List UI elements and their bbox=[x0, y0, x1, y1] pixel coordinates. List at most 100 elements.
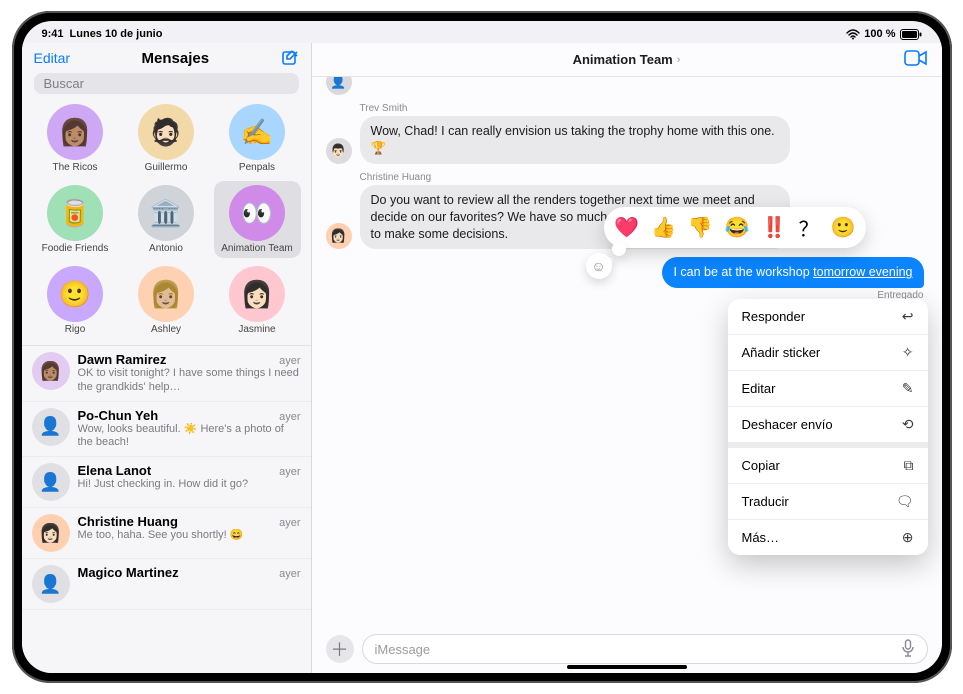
home-indicator[interactable] bbox=[567, 665, 687, 669]
message-bubble[interactable]: Wow, Chad! I can really envision us taki… bbox=[360, 116, 790, 164]
conversation-row[interactable]: 👤 Elena Lanot ayer Hi! Just checking in.… bbox=[22, 457, 311, 508]
avatar: 👤 bbox=[32, 408, 70, 446]
wifi-icon bbox=[846, 29, 860, 40]
avatar: 👤 bbox=[32, 463, 70, 501]
reaction-option[interactable]: ？ bbox=[799, 213, 819, 242]
conversation-row[interactable]: 👤 Magico Martinez ayer bbox=[22, 559, 311, 610]
conversation-row[interactable]: 👩🏽 Dawn Ramirez ayer OK to visit tonight… bbox=[22, 346, 311, 402]
facetime-button[interactable] bbox=[904, 49, 928, 72]
avatar: 👩🏻 bbox=[32, 514, 70, 552]
avatar: 👤 bbox=[326, 77, 352, 95]
avatar: 👀 bbox=[229, 185, 285, 241]
context-menu-item[interactable]: Deshacer envío ⟲ bbox=[728, 406, 928, 442]
pinned-conversation[interactable]: 🧔🏻 Guillermo bbox=[123, 100, 210, 177]
avatar: 👩🏽 bbox=[32, 352, 70, 390]
pinned-conversation-name: Rigo bbox=[65, 324, 86, 335]
chat-header[interactable]: Animation Team › bbox=[312, 43, 942, 77]
compose-button[interactable] bbox=[281, 49, 299, 67]
context-menu-item[interactable]: Traducir 🗨 bbox=[728, 483, 928, 519]
dictate-icon[interactable] bbox=[901, 639, 915, 660]
reaction-option[interactable]: 😂 bbox=[725, 215, 750, 240]
context-menu-icon: 🗨 bbox=[896, 493, 914, 510]
conversation-name: Elena Lanot bbox=[78, 463, 152, 478]
conversation-time: ayer bbox=[279, 466, 300, 478]
context-menu-item[interactable]: Responder↩ bbox=[728, 299, 928, 334]
my-message-text: I can be at the workshop bbox=[673, 265, 813, 279]
status-battery-text: 100 % bbox=[864, 28, 895, 40]
pinned-conversation[interactable]: 🥫 Foodie Friends bbox=[32, 181, 119, 258]
context-menu-icon: ✧ bbox=[902, 344, 914, 361]
attach-button[interactable]: ＋ bbox=[326, 635, 354, 663]
status-time: 9:41 bbox=[42, 28, 64, 40]
pinned-conversation-name: Guillermo bbox=[145, 162, 188, 173]
conversation-row[interactable]: 👩🏻 Christine Huang ayer Me too, haha. Se… bbox=[22, 508, 311, 559]
pinned-conversation-name: Jasmine bbox=[238, 324, 275, 335]
conversation-time: ayer bbox=[279, 411, 300, 423]
pinned-conversations-grid: 👩🏽 The Ricos🧔🏻 Guillermo✍️ Penpals🥫 Food… bbox=[22, 100, 311, 345]
pinned-conversation-name: Animation Team bbox=[221, 243, 293, 254]
chat-panel: Animation Team › 👤 Trev Smith 👨🏻 bbox=[312, 43, 942, 673]
context-menu-item[interactable]: Más… ⊕ bbox=[728, 519, 928, 555]
context-menu-label: Traducir bbox=[742, 494, 789, 509]
context-menu-icon: ⊕ bbox=[902, 529, 914, 546]
context-menu-item[interactable]: Copiar ⧉ bbox=[728, 442, 928, 483]
my-message-link[interactable]: tomorrow evening bbox=[813, 265, 912, 279]
conversation-name: Po-Chun Yeh bbox=[78, 408, 159, 423]
conversation-list: 👩🏽 Dawn Ramirez ayer OK to visit tonight… bbox=[22, 345, 311, 673]
reaction-option[interactable]: 👍 bbox=[651, 215, 676, 240]
sidebar-title: Mensajes bbox=[142, 50, 210, 67]
message-input[interactable]: iMessage bbox=[362, 634, 928, 664]
chevron-right-icon: › bbox=[677, 54, 681, 66]
avatar: 👩🏽 bbox=[47, 104, 103, 160]
context-menu-icon: ✎ bbox=[902, 380, 914, 397]
status-bar: 9:41 Lunes 10 de junio 100 % bbox=[22, 21, 942, 43]
reaction-option[interactable]: ❤️ bbox=[614, 215, 639, 240]
context-menu-item[interactable]: Añadir sticker✧ bbox=[728, 334, 928, 370]
conversation-row[interactable]: 👤 Po-Chun Yeh ayer Wow, looks beautiful.… bbox=[22, 402, 311, 458]
chat-title: Animation Team bbox=[573, 52, 673, 67]
context-menu-label: Copiar bbox=[742, 458, 780, 473]
sidebar: Editar Mensajes Buscar 👩🏽 The Ricos🧔🏻 Gu… bbox=[22, 43, 312, 673]
pinned-conversation[interactable]: 👩🏼 Ashley bbox=[123, 262, 210, 339]
pinned-conversation[interactable]: 🙂 Rigo bbox=[32, 262, 119, 339]
conversation-preview: Me too, haha. See you shortly! 😄 bbox=[78, 529, 301, 543]
reaction-option[interactable]: ‼️ bbox=[762, 215, 787, 240]
conversation-preview: Hi! Just checking in. How did it go? bbox=[78, 478, 301, 492]
pinned-conversation[interactable]: 🏛️ Antonio bbox=[123, 181, 210, 258]
pinned-conversation[interactable]: 👩🏽 The Ricos bbox=[32, 100, 119, 177]
sender-label: Trev Smith bbox=[360, 103, 928, 114]
my-message-bubble[interactable]: I can be at the workshop tomorrow evenin… bbox=[662, 257, 923, 288]
context-menu-icon: ⧉ bbox=[904, 457, 914, 474]
search-input[interactable]: Buscar bbox=[34, 73, 299, 94]
context-menu-item[interactable]: Editar✎ bbox=[728, 370, 928, 406]
avatar: 👩🏻 bbox=[229, 266, 285, 322]
avatar: 🏛️ bbox=[138, 185, 194, 241]
conversation-time: ayer bbox=[279, 517, 300, 529]
avatar: 👨🏻 bbox=[326, 138, 352, 164]
pinned-conversation[interactable]: ✍️ Penpals bbox=[214, 100, 301, 177]
pinned-conversation-name: The Ricos bbox=[52, 162, 97, 173]
context-menu-label: Deshacer envío bbox=[742, 417, 833, 432]
pinned-conversation-name: Foodie Friends bbox=[42, 243, 109, 254]
ipad-device-frame: 9:41 Lunes 10 de junio 100 % Editar Mens… bbox=[12, 11, 952, 683]
context-menu-icon: ⟲ bbox=[902, 416, 914, 433]
add-reaction-button[interactable]: ☺ bbox=[586, 253, 612, 279]
reaction-option[interactable]: 👎 bbox=[688, 215, 713, 240]
message-context-menu: Responder↩Añadir sticker✧Editar✎Deshacer… bbox=[728, 299, 928, 555]
my-message-wrap: I can be at the workshop tomorrow evenin… bbox=[326, 257, 924, 301]
message-row: 👨🏻 Wow, Chad! I can really envision us t… bbox=[326, 116, 928, 164]
conversation-name: Christine Huang bbox=[78, 514, 178, 529]
avatar: 🥫 bbox=[47, 185, 103, 241]
avatar: 👩🏼 bbox=[138, 266, 194, 322]
avatar: 👤 bbox=[32, 565, 70, 603]
pinned-conversation[interactable]: 👩🏻 Jasmine bbox=[214, 262, 301, 339]
context-menu-label: Más… bbox=[742, 530, 780, 545]
edit-button[interactable]: Editar bbox=[34, 50, 71, 66]
reaction-option[interactable]: 🙂 bbox=[831, 215, 856, 240]
battery-icon bbox=[900, 29, 922, 40]
tapback-reactions-popover[interactable]: ❤️ 👍 👎 😂 ‼️ ？ 🙂 bbox=[604, 207, 865, 248]
conversation-name: Magico Martinez bbox=[78, 565, 179, 580]
search-placeholder: Buscar bbox=[44, 76, 84, 91]
pinned-conversation[interactable]: 👀 Animation Team bbox=[214, 181, 301, 258]
pinned-conversation-name: Ashley bbox=[151, 324, 181, 335]
